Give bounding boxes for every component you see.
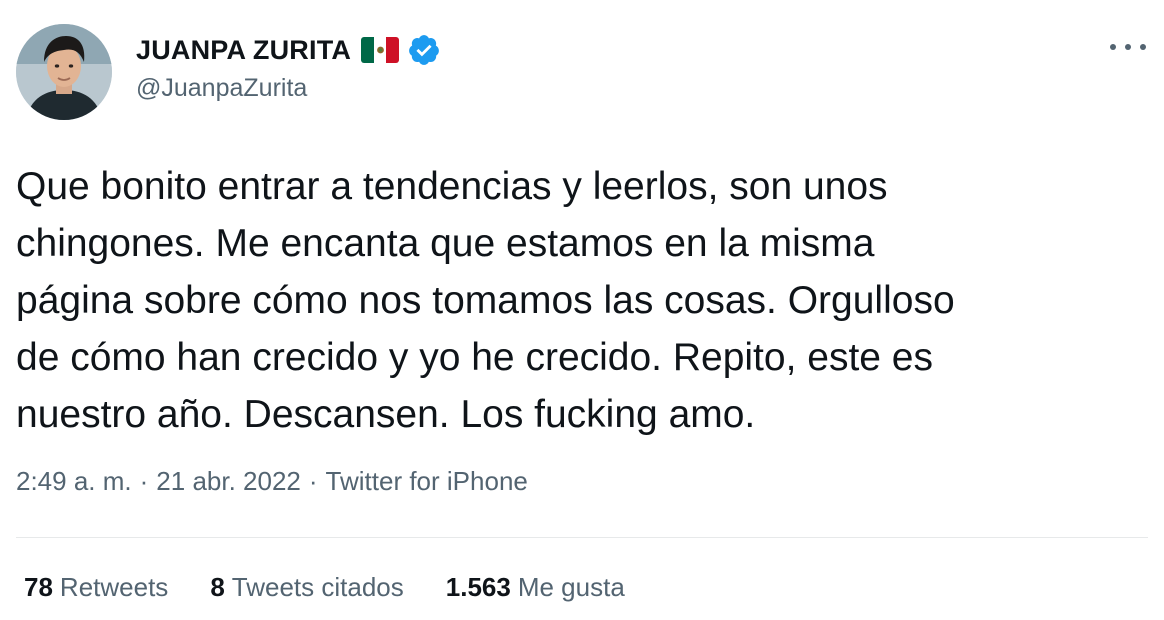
tweet-text-line: nuestro año. Descansen. Los fucking amo. bbox=[16, 393, 756, 436]
avatar[interactable] bbox=[16, 24, 112, 120]
retweets-label: Retweets bbox=[59, 572, 169, 602]
quote-tweets-count: 8 bbox=[210, 572, 225, 602]
retweets-stat[interactable]: 78 Retweets bbox=[24, 572, 168, 603]
tweet-date[interactable]: 21 abr. 2022 bbox=[156, 466, 301, 497]
tweet-source[interactable]: Twitter for iPhone bbox=[326, 466, 528, 497]
tweet-text-line: Que bonito entrar a tendencias y leerlos… bbox=[16, 165, 888, 208]
quote-tweets-stat[interactable]: 8 Tweets citados bbox=[210, 572, 403, 603]
tweet-text-line: chingones. Me encanta que estamos en la … bbox=[16, 222, 875, 265]
user-handle[interactable]: @JuanpaZurita bbox=[136, 74, 307, 103]
meta-separator: · bbox=[139, 466, 149, 496]
divider bbox=[16, 537, 1148, 538]
mexico-flag-icon bbox=[361, 37, 400, 63]
tweet-stats: 78 Retweets 8 Tweets citados 1.563 Me gu… bbox=[24, 572, 667, 603]
tweet-time[interactable]: 2:49 a. m. bbox=[16, 466, 132, 497]
tweet-text-line: de cómo han crecido y yo he crecido. Rep… bbox=[16, 336, 933, 379]
more-options-icon[interactable] bbox=[1110, 32, 1146, 62]
likes-count: 1.563 bbox=[445, 572, 511, 602]
meta-separator: · bbox=[308, 466, 318, 496]
display-name[interactable]: JUANPA ZURITA bbox=[136, 35, 351, 66]
likes-stat[interactable]: 1.563 Me gusta bbox=[446, 572, 625, 603]
tweet-text-line: página sobre cómo nos tomamos las cosas.… bbox=[16, 279, 955, 322]
quote-tweets-label: Tweets citados bbox=[231, 572, 404, 602]
user-name-row: JUANPA ZURITA bbox=[136, 30, 441, 70]
retweets-count: 78 bbox=[24, 572, 53, 602]
likes-label: Me gusta bbox=[517, 572, 625, 602]
tweet-meta: 2:49 a. m. · 21 abr. 2022 · Twitter for … bbox=[16, 466, 528, 497]
tweet-card: JUANPA ZURITA @JuanpaZurita Que bonito e… bbox=[0, 0, 1164, 620]
verified-badge-icon bbox=[409, 35, 439, 65]
tweet-text: Que bonito entrar a tendencias y leerlos… bbox=[16, 158, 1146, 443]
avatar-photo bbox=[16, 24, 112, 120]
